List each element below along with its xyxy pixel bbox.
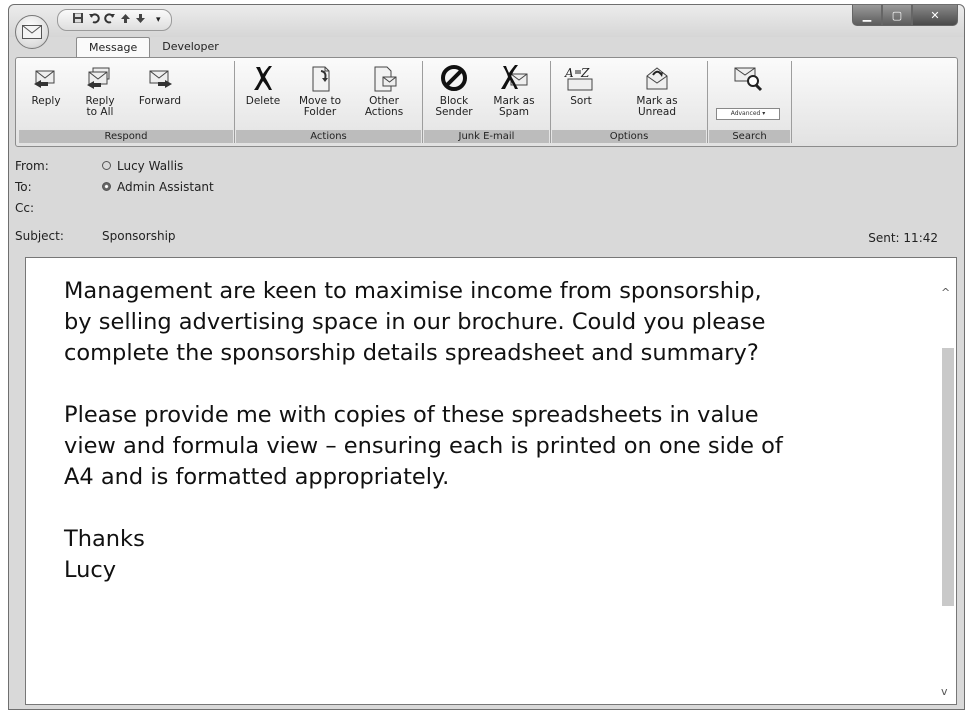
window-controls: ▁ ▢ ✕ <box>852 5 958 26</box>
advanced-label: Advanced <box>730 110 761 117</box>
svg-text:Z: Z <box>580 66 590 80</box>
other-actions-button[interactable]: Other Actions <box>355 63 413 118</box>
spam-icon <box>501 65 528 89</box>
delete-button[interactable]: Delete <box>241 63 285 107</box>
sort-label: Sort <box>570 95 592 107</box>
presence-offline-icon <box>102 161 111 170</box>
tab-developer[interactable]: Developer <box>150 37 231 57</box>
email-window: ▾ ▁ ▢ ✕ Message Developer Reply Reply to… <box>8 4 965 710</box>
actions-group-label: Actions <box>236 130 421 143</box>
undo-icon[interactable] <box>88 11 100 29</box>
other-actions-label: Other Actions <box>364 95 404 118</box>
block-icon <box>441 65 467 91</box>
subject-value: Sponsorship <box>102 229 176 243</box>
sort-button[interactable]: AZ Sort <box>557 63 605 107</box>
message-paragraph: Management are keen to maximise income f… <box>64 278 766 366</box>
dropdown-arrow-icon: ▾ <box>762 110 766 117</box>
mark-as-spam-button[interactable]: Mark as Spam <box>487 63 541 118</box>
forward-button[interactable]: Forward <box>130 63 190 107</box>
save-icon[interactable] <box>72 11 84 29</box>
message-signoff: Thanks Lucy <box>64 526 145 583</box>
scrollbar-thumb[interactable] <box>942 348 954 606</box>
message-paragraph: Please provide me with copies of these s… <box>64 402 783 490</box>
sent-time: Sent: 11:42 <box>868 231 938 245</box>
app-menu-button[interactable] <box>15 15 49 49</box>
to-value[interactable]: Admin Assistant <box>102 178 214 196</box>
next-item-icon[interactable] <box>135 11 146 29</box>
ribbon-tabs: Message Developer <box>76 37 231 58</box>
search-group-label: Search <box>709 130 790 143</box>
options-group: AZ Sort Mark as Unread Options <box>551 61 708 143</box>
maximize-button[interactable]: ▢ <box>882 5 912 26</box>
mark-as-unread-label: Mark as Unread <box>636 95 678 118</box>
actions-group: Delete Move to Folder Other Actions Acti… <box>235 61 423 143</box>
advanced-search-dropdown[interactable]: Advanced ▾ <box>716 108 780 120</box>
scroll-down-arrow-icon[interactable]: v <box>941 685 948 698</box>
scroll-up-arrow-icon[interactable]: ^ <box>941 286 950 299</box>
reply-all-label: Reply to All <box>85 95 115 118</box>
junk-email-group-label: Junk E-mail <box>424 130 549 143</box>
quick-access-toolbar: ▾ <box>57 9 172 31</box>
move-to-folder-label: Move to Folder <box>298 95 342 118</box>
block-sender-label: Block Sender <box>435 95 473 118</box>
tab-message[interactable]: Message <box>76 37 151 58</box>
delete-label: Delete <box>245 95 281 107</box>
find-icon <box>734 67 763 92</box>
reply-all-icon <box>87 67 110 89</box>
redo-icon[interactable] <box>104 11 116 29</box>
from-value[interactable]: Lucy Wallis <box>102 157 183 175</box>
mark-unread-icon <box>646 67 668 90</box>
to-label: To: <box>15 180 32 194</box>
block-sender-button[interactable]: Block Sender <box>429 63 479 118</box>
reply-label: Reply <box>31 95 61 107</box>
mark-as-spam-label: Mark as Spam <box>493 95 535 118</box>
message-body-pane[interactable]: Management are keen to maximise income f… <box>25 257 957 705</box>
customize-toolbar-dropdown[interactable]: ▾ <box>156 11 161 29</box>
reply-all-button[interactable]: Reply to All <box>74 63 126 118</box>
respond-group: Reply Reply to All Forward Respond <box>18 61 235 143</box>
options-group-label: Options <box>552 130 706 143</box>
title-bar: ▾ ▁ ▢ ✕ <box>9 5 964 37</box>
sort-icon: AZ <box>564 66 593 91</box>
previous-item-icon[interactable] <box>120 11 131 29</box>
forward-icon <box>149 70 172 88</box>
message-body: Management are keen to maximise income f… <box>64 276 914 617</box>
find-button[interactable] <box>726 63 770 96</box>
ribbon: Reply Reply to All Forward Respond Delet… <box>15 57 958 147</box>
respond-group-label: Respond <box>19 130 233 143</box>
other-actions-icon <box>374 66 397 92</box>
presence-online-icon <box>102 182 111 191</box>
junk-email-group: Block Sender Mark as Spam Junk E-mail <box>423 61 551 143</box>
sender-name: Lucy Wallis <box>117 159 184 173</box>
close-button[interactable]: ✕ <box>912 5 958 26</box>
reply-icon <box>34 70 55 88</box>
search-group: Advanced ▾ Search <box>708 61 792 143</box>
minimize-button[interactable]: ▁ <box>852 5 882 26</box>
move-to-folder-icon <box>312 66 330 92</box>
delete-icon <box>254 66 272 90</box>
svg-text:A: A <box>564 66 574 80</box>
mark-as-unread-button[interactable]: Mark as Unread <box>627 63 687 118</box>
cc-label: Cc: <box>15 201 35 215</box>
reply-button[interactable]: Reply <box>22 63 70 107</box>
envelope-icon <box>22 25 42 39</box>
subject-label: Subject: <box>15 229 64 243</box>
move-to-folder-button[interactable]: Move to Folder <box>293 63 347 118</box>
from-label: From: <box>15 159 49 173</box>
recipient-name: Admin Assistant <box>117 180 214 194</box>
forward-label: Forward <box>138 95 182 107</box>
vertical-scrollbar[interactable]: ^ v <box>939 258 956 704</box>
